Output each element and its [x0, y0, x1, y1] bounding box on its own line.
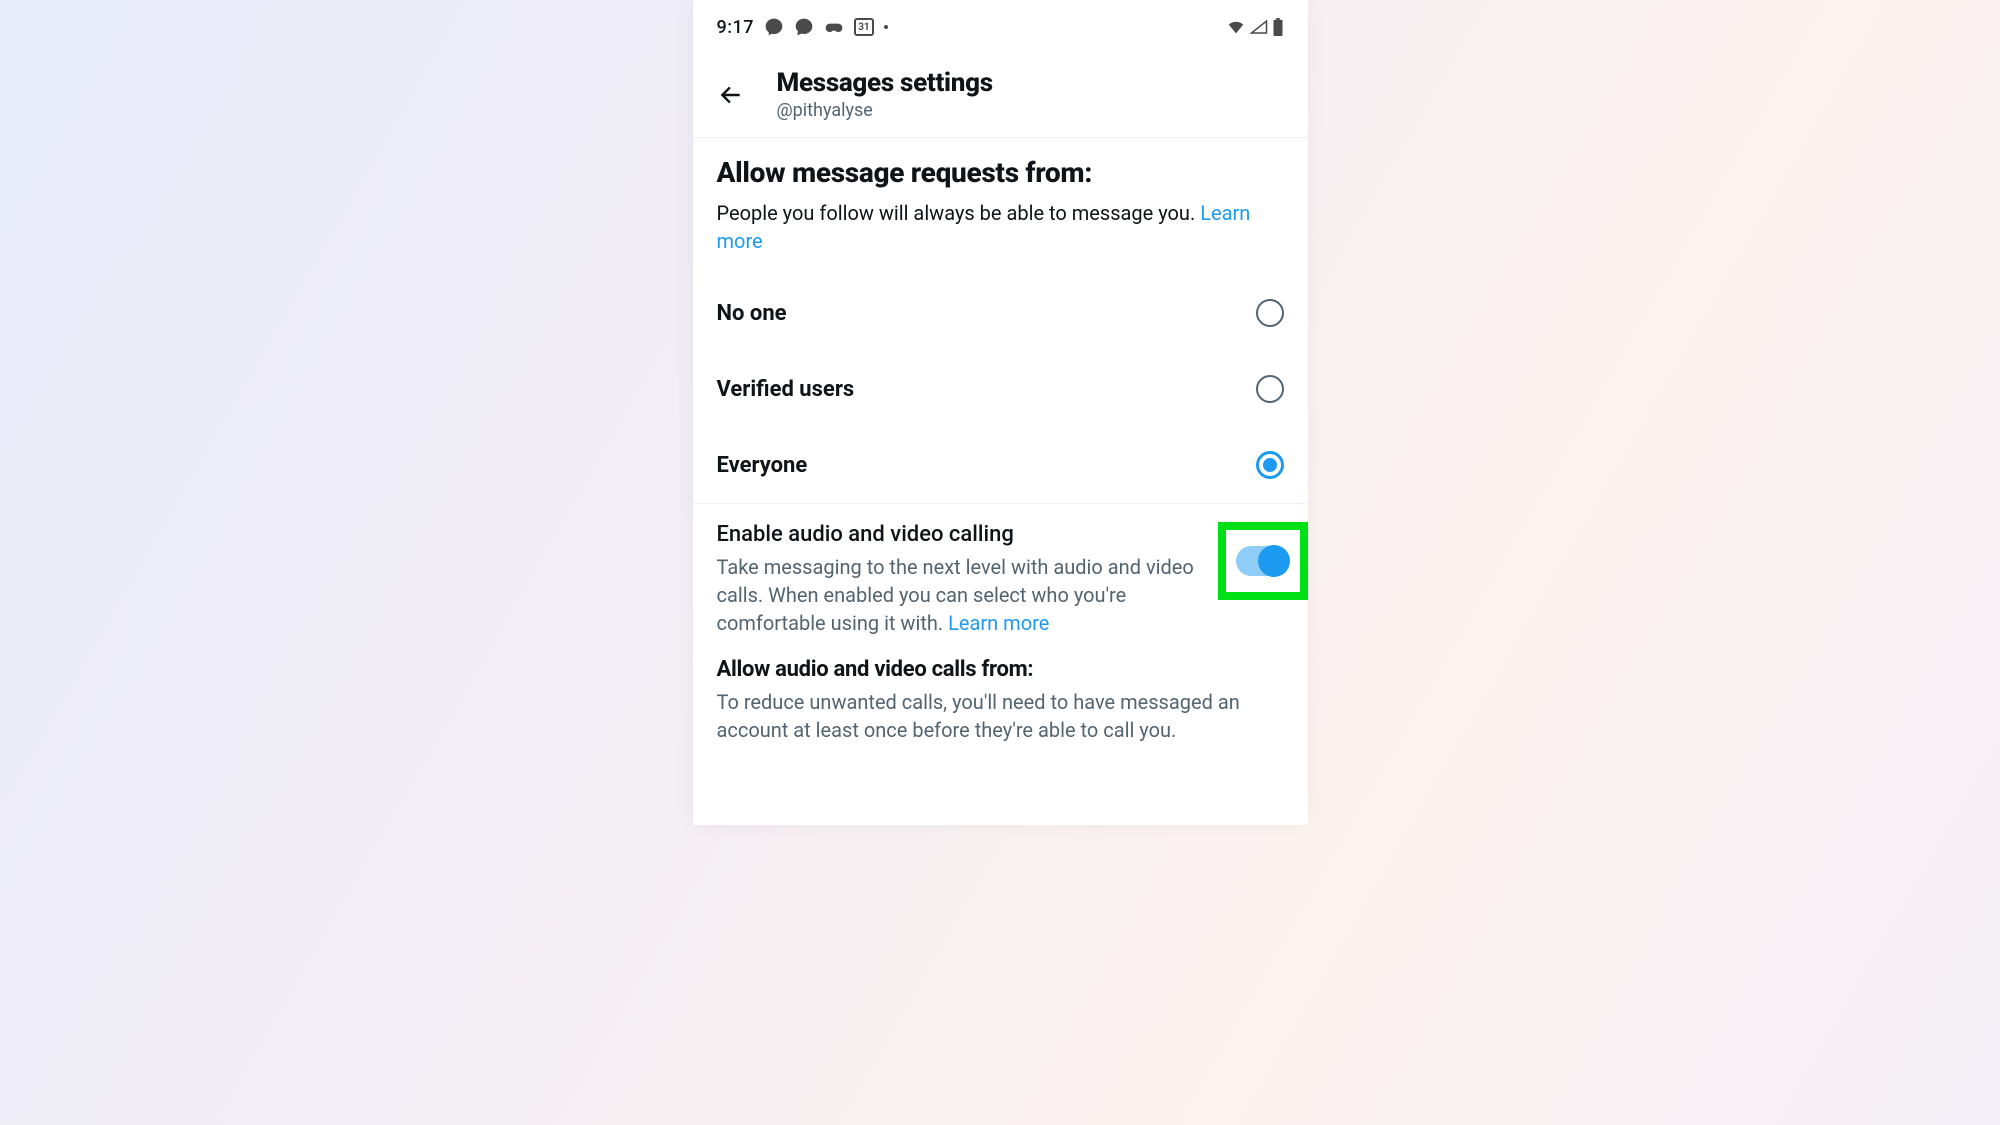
arrow-left-icon	[718, 82, 744, 108]
battery-icon	[1272, 18, 1284, 36]
page-title: Messages settings	[777, 68, 993, 98]
radio-indicator	[1256, 375, 1284, 403]
more-notifications-dot	[884, 25, 888, 29]
radio-indicator-selected	[1256, 451, 1284, 479]
allow-requests-description: People you follow will always be able to…	[717, 199, 1284, 255]
user-handle: @pithyalyse	[777, 100, 993, 121]
enable-calling-toggle[interactable]	[1236, 546, 1290, 576]
learn-more-link-calling[interactable]: Learn more	[948, 611, 1049, 635]
status-notification-icons: 31	[764, 17, 888, 37]
toggle-highlight-box	[1218, 522, 1308, 600]
allow-requests-section-header: Allow message requests from: People you …	[693, 138, 1308, 275]
allow-calls-section: Allow audio and video calls from: To red…	[693, 655, 1308, 764]
status-left: 9:17 31	[717, 17, 888, 38]
phone-screen: 9:17 31 Messages settings @pithyalyse Al…	[693, 0, 1308, 825]
back-button[interactable]	[713, 77, 749, 113]
enable-calling-title: Enable audio and video calling	[717, 522, 1208, 547]
enable-calling-text: Enable audio and video calling Take mess…	[717, 522, 1208, 637]
radio-option-everyone[interactable]: Everyone	[693, 427, 1308, 504]
radio-option-verified[interactable]: Verified users	[693, 351, 1308, 427]
radio-label: Everyone	[717, 453, 808, 478]
enable-calling-row: Enable audio and video calling Take mess…	[693, 504, 1308, 655]
status-time: 9:17	[717, 17, 754, 38]
status-right	[1226, 18, 1284, 36]
enable-calling-description: Take messaging to the next level with au…	[717, 553, 1208, 637]
radio-label: No one	[717, 301, 787, 326]
controller-icon	[824, 17, 844, 37]
radio-indicator	[1256, 299, 1284, 327]
allow-calls-title: Allow audio and video calls from:	[717, 657, 1284, 682]
radio-label: Verified users	[717, 377, 855, 402]
cell-signal-icon	[1250, 19, 1268, 35]
chat-icon	[794, 17, 814, 37]
header-text: Messages settings @pithyalyse	[777, 68, 993, 121]
allow-requests-title: Allow message requests from:	[717, 156, 1284, 189]
allow-calls-description: To reduce unwanted calls, you'll need to…	[717, 688, 1284, 744]
status-bar: 9:17 31	[693, 0, 1308, 54]
messenger-icon	[764, 17, 784, 37]
radio-option-no-one[interactable]: No one	[693, 275, 1308, 351]
calendar-icon: 31	[854, 18, 874, 36]
app-header: Messages settings @pithyalyse	[693, 54, 1308, 138]
wifi-icon	[1226, 19, 1246, 35]
